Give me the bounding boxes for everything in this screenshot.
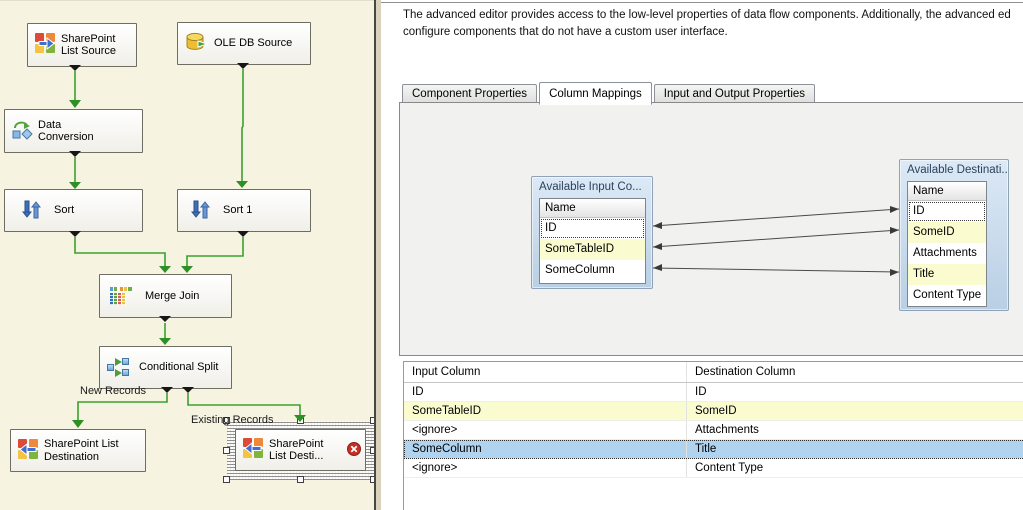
cell-input: ID bbox=[404, 383, 687, 401]
selection-handle[interactable] bbox=[297, 417, 304, 424]
list-item[interactable]: Content Type bbox=[908, 285, 986, 306]
header-input-column: Input Column bbox=[404, 362, 687, 382]
node-label: Merge Join bbox=[145, 289, 200, 302]
node-label: Sort bbox=[54, 204, 75, 217]
data-conversion-icon bbox=[12, 119, 33, 143]
cell-input: <ignore> bbox=[404, 459, 687, 477]
description-line-2: configure components that do not have a … bbox=[403, 26, 728, 38]
column-mapping-table: Input Column Destination Column ID ID So… bbox=[403, 361, 1023, 510]
sort-icon bbox=[190, 200, 211, 222]
table-row[interactable]: <ignore> Attachments bbox=[404, 421, 1023, 440]
list-item[interactable]: SomeColumn bbox=[540, 260, 645, 281]
list-item[interactable]: ID bbox=[908, 201, 986, 222]
list-column-header: Name bbox=[540, 199, 645, 218]
sort-icon bbox=[21, 200, 42, 222]
error-icon bbox=[347, 441, 361, 459]
header-destination-column: Destination Column bbox=[695, 366, 796, 378]
cell-destination: Title bbox=[687, 440, 1023, 458]
node-merge-join[interactable]: Merge Join bbox=[99, 274, 232, 318]
table-row[interactable]: <ignore> Content Type bbox=[404, 459, 1023, 478]
sharepoint-destination-icon bbox=[18, 438, 39, 463]
selection-handle[interactable] bbox=[297, 476, 304, 483]
list-item[interactable]: SomeID bbox=[908, 222, 986, 243]
node-conditional-split[interactable]: Conditional Split bbox=[99, 346, 232, 389]
selection-frame[interactable]: SharePoint List Desti... bbox=[223, 417, 377, 483]
available-input-columns-box[interactable]: Available Input Co... Name ID SomeTableI… bbox=[531, 176, 653, 289]
cell-destination: Attachments bbox=[695, 424, 759, 436]
node-sharepoint-list-source[interactable]: SharePoint List Source bbox=[27, 23, 137, 67]
destination-columns-list: Name ID SomeID Attachments Title Content… bbox=[907, 181, 987, 307]
column-mapping-canvas: Available Input Co... Name ID SomeTableI… bbox=[399, 102, 1023, 356]
node-sharepoint-list-destination-2[interactable]: SharePoint List Desti... bbox=[235, 429, 366, 471]
available-input-columns-title: Available Input Co... bbox=[539, 181, 642, 193]
edge-label-existing-records: Existing Records bbox=[191, 414, 274, 426]
cell-input: SomeTableID bbox=[404, 402, 687, 420]
merge-join-icon bbox=[110, 287, 132, 305]
node-label: SharePoint List Desti... bbox=[269, 437, 324, 463]
sharepoint-source-icon bbox=[35, 33, 56, 57]
tab-component-properties[interactable]: Component Properties bbox=[402, 84, 538, 104]
node-sharepoint-list-destination[interactable]: SharePoint List Destination bbox=[10, 429, 146, 472]
sharepoint-destination-icon bbox=[243, 438, 264, 462]
dialog-top-border bbox=[381, 2, 1023, 3]
node-label: SharePoint List Source bbox=[61, 32, 117, 58]
database-source-icon bbox=[185, 32, 209, 55]
list-item[interactable]: SomeTableID bbox=[540, 239, 645, 260]
cell-destination: Content Type bbox=[695, 462, 764, 474]
dialog-description: The advanced editor provides access to t… bbox=[403, 7, 1023, 41]
table-header-row: Input Column Destination Column bbox=[404, 362, 1023, 383]
conditional-split-icon bbox=[107, 357, 130, 378]
node-label: Conditional Split bbox=[139, 361, 219, 374]
selection-handle[interactable] bbox=[223, 476, 230, 483]
node-ole-db-source[interactable]: OLE DB Source bbox=[177, 22, 311, 65]
cell-destination: ID bbox=[695, 386, 707, 398]
table-row[interactable]: SomeTableID SomeID bbox=[404, 402, 1023, 421]
edge-label-new-records: New Records bbox=[80, 385, 147, 397]
node-label: Sort 1 bbox=[223, 204, 253, 217]
data-flow-design-surface: SharePoint List Source OLE DB Source Dat… bbox=[0, 0, 377, 510]
node-label: SharePoint List Destination bbox=[44, 438, 119, 463]
list-column-header: Name bbox=[908, 182, 986, 201]
screenshot-root: SharePoint List Source OLE DB Source Dat… bbox=[0, 0, 1023, 510]
selection-handle[interactable] bbox=[223, 447, 230, 454]
cell-input: <ignore> bbox=[404, 421, 687, 439]
node-label: OLE DB Source bbox=[214, 37, 293, 50]
tab-column-mappings[interactable]: Column Mappings bbox=[539, 82, 652, 105]
tab-input-and-output-properties[interactable]: Input and Output Properties bbox=[653, 84, 816, 104]
cell-input: SomeColumn bbox=[404, 440, 687, 458]
list-item[interactable]: Attachments bbox=[908, 243, 986, 264]
node-label: Data Conversion bbox=[38, 118, 94, 144]
advanced-editor-dialog: The advanced editor provides access to t… bbox=[381, 0, 1023, 510]
list-item[interactable]: ID bbox=[540, 218, 645, 239]
available-destination-columns-title: Available Destinati... bbox=[907, 164, 1008, 176]
tab-strip: Component Properties Column Mappings Inp… bbox=[402, 82, 817, 105]
table-row-selected[interactable]: SomeColumn Title bbox=[404, 440, 1023, 459]
node-sort-1[interactable]: Sort 1 bbox=[177, 189, 311, 232]
description-line-1: The advanced editor provides access to t… bbox=[403, 9, 1011, 21]
list-item[interactable]: Title bbox=[908, 264, 986, 285]
node-sort[interactable]: Sort bbox=[4, 189, 143, 232]
available-destination-columns-box[interactable]: Available Destinati... Name ID SomeID At… bbox=[899, 159, 1009, 311]
input-columns-list: Name ID SomeTableID SomeColumn bbox=[539, 198, 646, 284]
node-data-conversion[interactable]: Data Conversion bbox=[4, 109, 143, 153]
table-row[interactable]: ID ID bbox=[404, 383, 1023, 402]
cell-destination: SomeID bbox=[687, 402, 1023, 420]
